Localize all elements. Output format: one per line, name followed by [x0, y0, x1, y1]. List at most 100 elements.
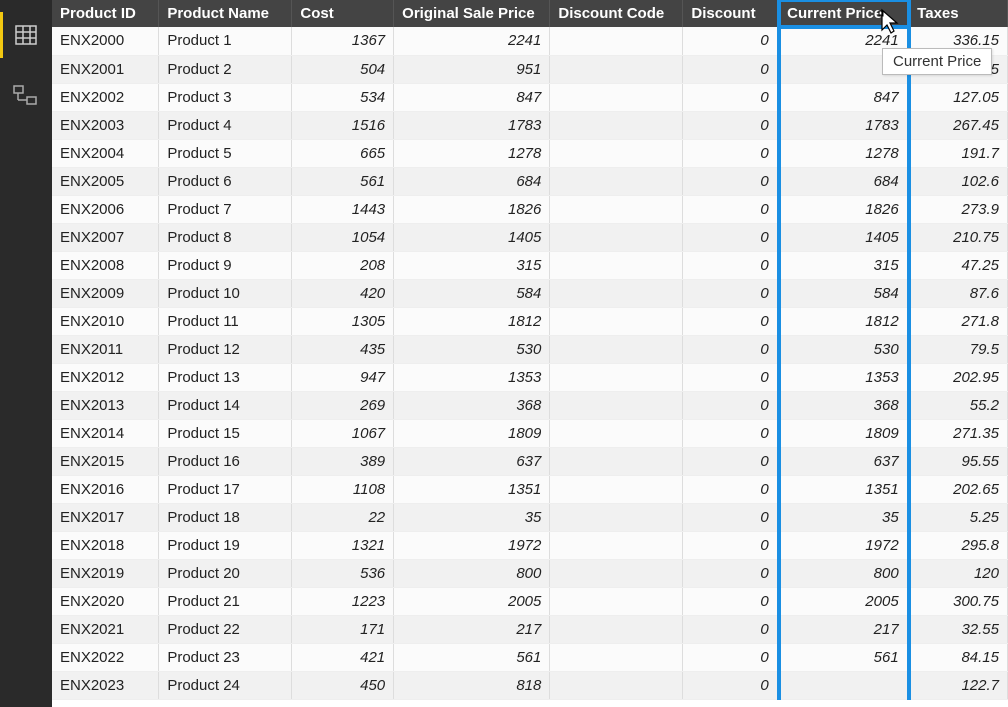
- cell-product-name[interactable]: Product 22: [159, 615, 292, 643]
- table-row[interactable]: ENX2014Product 151067180901809271.35: [52, 419, 1008, 447]
- cell-cost[interactable]: 1223: [292, 587, 394, 615]
- cell-original-sale-price[interactable]: 1812: [394, 307, 550, 335]
- cell-original-sale-price[interactable]: 561: [394, 643, 550, 671]
- cell-product-id[interactable]: ENX2021: [52, 615, 159, 643]
- cell-discount-code[interactable]: [550, 475, 683, 503]
- cell-original-sale-price[interactable]: 1278: [394, 139, 550, 167]
- cell-taxes[interactable]: 202.95: [909, 363, 1008, 391]
- cell-product-id[interactable]: ENX2008: [52, 251, 159, 279]
- table-row[interactable]: ENX2020Product 211223200502005300.75: [52, 587, 1008, 615]
- cell-product-name[interactable]: Product 14: [159, 391, 292, 419]
- cell-discount-code[interactable]: [550, 391, 683, 419]
- cell-product-name[interactable]: Product 7: [159, 195, 292, 223]
- cell-current-price[interactable]: [779, 671, 909, 699]
- cell-product-name[interactable]: Product 5: [159, 139, 292, 167]
- cell-current-price[interactable]: 1353: [779, 363, 909, 391]
- cell-discount[interactable]: 0: [683, 279, 779, 307]
- cell-original-sale-price[interactable]: 217: [394, 615, 550, 643]
- cell-discount[interactable]: 0: [683, 167, 779, 195]
- cell-cost[interactable]: 1067: [292, 419, 394, 447]
- cell-taxes[interactable]: 95.55: [909, 447, 1008, 475]
- data-view-button[interactable]: [9, 18, 43, 52]
- cell-current-price[interactable]: 217: [779, 615, 909, 643]
- cell-taxes[interactable]: 210.75: [909, 223, 1008, 251]
- cell-cost[interactable]: 1516: [292, 111, 394, 139]
- cell-current-price[interactable]: 530: [779, 335, 909, 363]
- cell-product-id[interactable]: ENX2013: [52, 391, 159, 419]
- col-header-product-id[interactable]: Product ID: [52, 0, 159, 27]
- cell-taxes[interactable]: 79.5: [909, 335, 1008, 363]
- cell-current-price[interactable]: 1278: [779, 139, 909, 167]
- table-row[interactable]: ENX2006Product 71443182601826273.9: [52, 195, 1008, 223]
- cell-cost[interactable]: 421: [292, 643, 394, 671]
- cell-discount-code[interactable]: [550, 55, 683, 83]
- cell-discount[interactable]: 0: [683, 391, 779, 419]
- cell-discount-code[interactable]: [550, 503, 683, 531]
- cell-taxes[interactable]: 84.15: [909, 643, 1008, 671]
- cell-product-name[interactable]: Product 15: [159, 419, 292, 447]
- cell-product-id[interactable]: ENX2003: [52, 111, 159, 139]
- cell-discount-code[interactable]: [550, 27, 683, 55]
- col-header-current-price[interactable]: Current Price: [779, 0, 909, 27]
- cell-discount[interactable]: 0: [683, 223, 779, 251]
- table-row[interactable]: ENX2015Product 16389637063795.55: [52, 447, 1008, 475]
- cell-discount[interactable]: 0: [683, 587, 779, 615]
- cell-cost[interactable]: 504: [292, 55, 394, 83]
- cell-product-id[interactable]: ENX2023: [52, 671, 159, 699]
- cell-product-name[interactable]: Product 13: [159, 363, 292, 391]
- cell-discount-code[interactable]: [550, 195, 683, 223]
- cell-discount-code[interactable]: [550, 559, 683, 587]
- cell-current-price[interactable]: 1783: [779, 111, 909, 139]
- cell-original-sale-price[interactable]: 1351: [394, 475, 550, 503]
- cell-original-sale-price[interactable]: 1405: [394, 223, 550, 251]
- cell-product-name[interactable]: Product 4: [159, 111, 292, 139]
- table-row[interactable]: ENX2012Product 13947135301353202.95: [52, 363, 1008, 391]
- cell-product-id[interactable]: ENX2014: [52, 419, 159, 447]
- cell-cost[interactable]: 389: [292, 447, 394, 475]
- cell-discount-code[interactable]: [550, 671, 683, 699]
- cell-taxes[interactable]: 55.2: [909, 391, 1008, 419]
- table-row[interactable]: ENX2017Product 1822350355.25: [52, 503, 1008, 531]
- cell-discount[interactable]: 0: [683, 307, 779, 335]
- cell-discount-code[interactable]: [550, 615, 683, 643]
- cell-original-sale-price[interactable]: 800: [394, 559, 550, 587]
- cell-discount[interactable]: 0: [683, 615, 779, 643]
- table-row[interactable]: ENX2001Product 25049510142.65: [52, 55, 1008, 83]
- cell-discount-code[interactable]: [550, 111, 683, 139]
- cell-discount[interactable]: 0: [683, 643, 779, 671]
- cell-current-price[interactable]: 1405: [779, 223, 909, 251]
- cell-product-name[interactable]: Product 23: [159, 643, 292, 671]
- table-row[interactable]: ENX2011Product 12435530053079.5: [52, 335, 1008, 363]
- cell-cost[interactable]: 450: [292, 671, 394, 699]
- cell-original-sale-price[interactable]: 1826: [394, 195, 550, 223]
- cell-taxes[interactable]: 102.6: [909, 167, 1008, 195]
- col-header-taxes[interactable]: Taxes: [909, 0, 1008, 27]
- table-row[interactable]: ENX2013Product 14269368036855.2: [52, 391, 1008, 419]
- cell-product-name[interactable]: Product 9: [159, 251, 292, 279]
- model-view-button[interactable]: [9, 80, 43, 114]
- cell-product-id[interactable]: ENX2011: [52, 335, 159, 363]
- cell-discount[interactable]: 0: [683, 55, 779, 83]
- table-row[interactable]: ENX2000Product 11367224102241336.15: [52, 27, 1008, 55]
- cell-cost[interactable]: 1305: [292, 307, 394, 335]
- cell-cost[interactable]: 1108: [292, 475, 394, 503]
- cell-current-price[interactable]: 1972: [779, 531, 909, 559]
- cell-taxes[interactable]: 271.8: [909, 307, 1008, 335]
- cell-discount-code[interactable]: [550, 83, 683, 111]
- cell-discount[interactable]: 0: [683, 195, 779, 223]
- table-row[interactable]: ENX2019Product 205368000800120: [52, 559, 1008, 587]
- product-table[interactable]: Product ID Product Name Cost Original Sa…: [52, 0, 1008, 700]
- table-row[interactable]: ENX2003Product 41516178301783267.45: [52, 111, 1008, 139]
- cell-current-price[interactable]: 800: [779, 559, 909, 587]
- cell-product-name[interactable]: Product 17: [159, 475, 292, 503]
- cell-discount[interactable]: 0: [683, 335, 779, 363]
- cell-product-name[interactable]: Product 1: [159, 27, 292, 55]
- cell-product-name[interactable]: Product 6: [159, 167, 292, 195]
- cell-taxes[interactable]: 191.7: [909, 139, 1008, 167]
- cell-current-price[interactable]: 584: [779, 279, 909, 307]
- cell-taxes[interactable]: 271.35: [909, 419, 1008, 447]
- cell-cost[interactable]: 1443: [292, 195, 394, 223]
- cell-discount-code[interactable]: [550, 335, 683, 363]
- cell-product-id[interactable]: ENX2001: [52, 55, 159, 83]
- table-row[interactable]: ENX2002Product 35348470847127.05: [52, 83, 1008, 111]
